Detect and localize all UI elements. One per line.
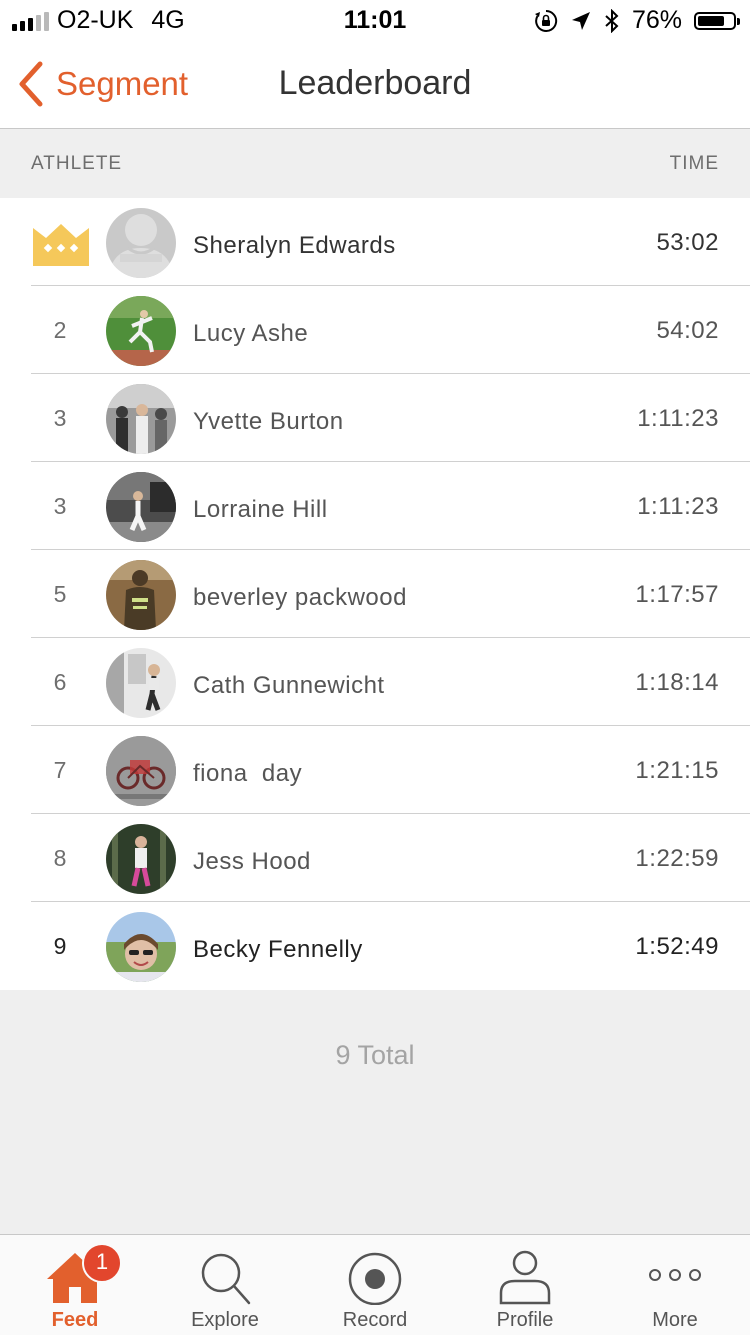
leaderboard-row[interactable]: 8 Jess Hood 1:22:59: [0, 814, 750, 902]
battery-percent: 76%: [631, 6, 682, 34]
leaderboard-row[interactable]: 2 Lucy Ashe 54:02: [0, 286, 750, 374]
rank-number: 9: [53, 933, 67, 959]
status-bar: O2-UK 4G 11:01 76%: [0, 0, 750, 40]
athlete-name: Becky Fennelly: [193, 936, 363, 963]
tab-label: Feed: [51, 1309, 99, 1331]
battery-icon: [694, 11, 740, 30]
tab-label: Explore: [191, 1309, 259, 1331]
battery-fill: [698, 15, 724, 26]
athlete-name: beverley packwood: [193, 584, 407, 611]
tab-label: Profile: [496, 1309, 554, 1331]
athlete-time: 1:17:57: [635, 581, 719, 608]
tab-profile[interactable]: Profile: [450, 1235, 600, 1335]
athlete-time: 1:21:15: [635, 757, 719, 784]
tab-feed[interactable]: 1 Feed: [0, 1235, 150, 1335]
status-right: 76%: [534, 6, 740, 35]
leaderboard-row[interactable]: 6 Cath Gunnewicht 1:18:14: [0, 638, 750, 726]
athlete-name: Lorraine Hill: [193, 496, 328, 523]
athlete-name: Lucy Ashe: [193, 320, 309, 347]
athlete-name: Cath Gunnewicht: [193, 672, 385, 699]
leaderboard-row[interactable]: 7 fiona day 1:21:15: [0, 726, 750, 814]
athlete-column-label: ATHLETE: [31, 153, 123, 174]
rank-number: 3: [53, 405, 67, 431]
rank-number: 5: [53, 581, 67, 607]
avatar[interactable]: [106, 560, 176, 630]
avatar[interactable]: [106, 736, 176, 806]
avatar[interactable]: [106, 648, 176, 718]
tab-bar: 1 Feed Explore Record Profile More: [0, 1234, 750, 1335]
avatar[interactable]: [106, 824, 176, 894]
athlete-time: 1:18:14: [635, 669, 719, 696]
search-icon: [201, 1253, 251, 1305]
leaderboard-row[interactable]: 9 Becky Fennelly 1:52:49: [0, 902, 750, 990]
rank-number: 2: [53, 317, 67, 343]
avatar[interactable]: [106, 384, 176, 454]
nav-bar: Segment Leaderboard: [0, 40, 750, 129]
more-icon: [649, 1269, 701, 1281]
rank-number: 8: [53, 845, 67, 871]
bluetooth-icon: [605, 8, 619, 33]
avatar[interactable]: [106, 472, 176, 542]
athlete-name: Yvette Burton: [193, 408, 344, 435]
leaderboard-row[interactable]: 3 Yvette Burton 1:11:23: [0, 374, 750, 462]
athlete-name: Jess Hood: [193, 848, 311, 875]
tab-label: Record: [342, 1309, 408, 1331]
column-header: ATHLETE TIME: [0, 129, 750, 198]
avatar[interactable]: [106, 912, 176, 982]
record-icon: [348, 1252, 402, 1305]
athlete-time: 53:02: [656, 229, 719, 256]
athlete-time: 1:52:49: [635, 933, 719, 960]
leaderboard-row[interactable]: Sheralyn Edwards 53:02: [0, 198, 750, 286]
notification-badge: 1: [82, 1243, 122, 1283]
rotation-lock-icon: [534, 9, 558, 32]
profile-icon: [499, 1250, 551, 1305]
athlete-time: 1:11:23: [637, 405, 719, 432]
total-count: 9 Total: [335, 1040, 415, 1070]
crown-icon: [33, 224, 89, 266]
athlete-time: 1:22:59: [635, 845, 719, 872]
leaderboard-list: Sheralyn Edwards 53:02 2 Lucy Ashe 54:02…: [0, 198, 750, 990]
athlete-name: Sheralyn Edwards: [193, 232, 396, 259]
rank-number: 7: [53, 757, 67, 783]
tab-label: More: [652, 1309, 698, 1331]
rank-number: 6: [53, 669, 67, 695]
time-column-label: TIME: [669, 153, 719, 174]
rank-number: 3: [53, 493, 67, 519]
location-arrow-icon: [571, 11, 590, 30]
tab-explore[interactable]: Explore: [150, 1235, 300, 1335]
athlete-name: fiona day: [193, 760, 303, 787]
page-title: Leaderboard: [278, 64, 472, 102]
avatar[interactable]: [106, 296, 176, 366]
tab-more[interactable]: More: [600, 1235, 750, 1335]
leaderboard-row[interactable]: 5 beverley packwood 1:17:57: [0, 550, 750, 638]
athlete-time: 1:11:23: [637, 493, 719, 520]
leaderboard-row[interactable]: 3 Lorraine Hill 1:11:23: [0, 462, 750, 550]
athlete-time: 54:02: [656, 317, 719, 344]
avatar[interactable]: [106, 208, 176, 278]
tab-record[interactable]: Record: [300, 1235, 450, 1335]
